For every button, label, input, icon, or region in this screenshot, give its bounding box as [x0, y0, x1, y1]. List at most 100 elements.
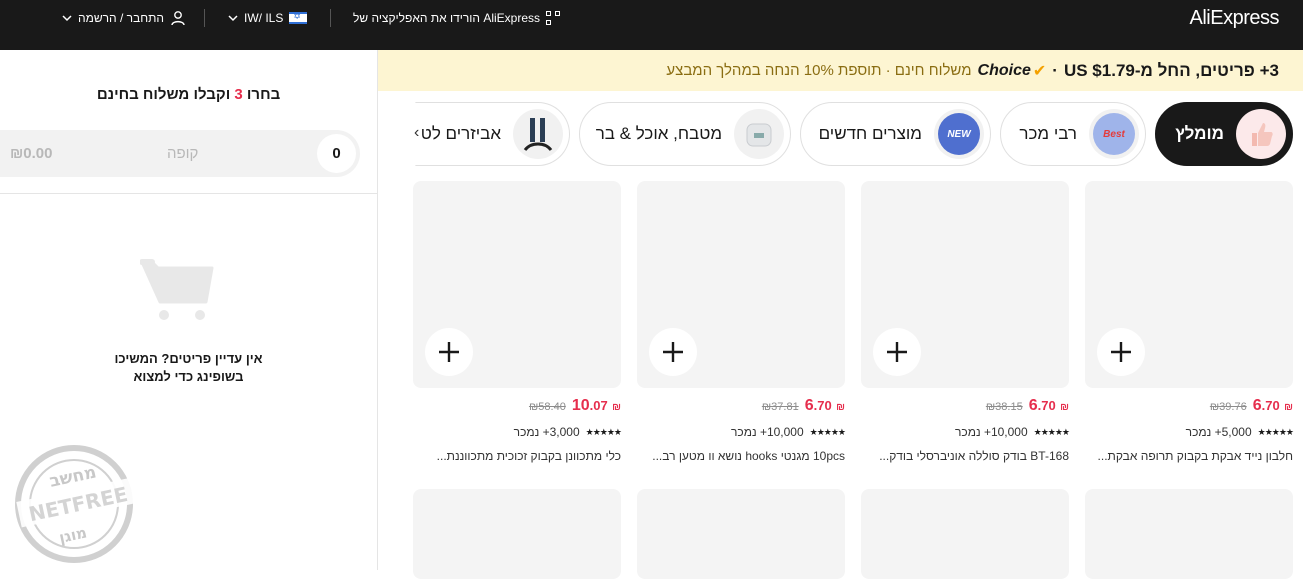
original-price: ₪58.40	[528, 401, 566, 413]
tab-recommended[interactable]: מומלץ	[1155, 102, 1293, 166]
rating-row: ★★★★★ 3,000+ נמכר	[514, 425, 622, 439]
tab-best-sellers[interactable]: Best רבי מכר	[1000, 102, 1146, 166]
product-title[interactable]: חלבון נייד אבקת בקבוק תרופה אבקת...	[1085, 449, 1293, 463]
sold-count: 10,000+ נמכר	[954, 425, 1028, 439]
best-badge-text: Best	[1093, 113, 1135, 155]
checkout-bar[interactable]: 0 קופה ₪0.00	[0, 130, 360, 177]
app-download-label: הורידו את האפליקציה של AliExpress	[353, 11, 541, 25]
title-prefix: בחרו	[246, 86, 281, 103]
top-bar: AliExpress הורידו את האפליקציה של AliExp…	[0, 0, 1303, 50]
plus-icon	[1111, 342, 1131, 362]
product-image[interactable]	[637, 181, 845, 388]
choice-promo-banner[interactable]: 3+ פריטים, החל מ-US $1.79 · ✔ Choice משל…	[378, 50, 1303, 91]
current-price: ₪ 6.70	[1252, 397, 1293, 414]
price-row: ₪ 6.70 ₪38.15	[986, 397, 1069, 415]
star-rating-icon: ★★★★★	[1257, 426, 1294, 437]
product-card[interactable]: ₪ 10.07 ₪58.40 ★★★★★ 3,000+ נמכר כלי מתכ…	[413, 181, 622, 463]
divider	[330, 9, 331, 27]
product-image[interactable]	[413, 181, 621, 388]
product-title[interactable]: BT-168 בודק סוללה אוניברסלי בודק...	[861, 449, 1069, 463]
product-card[interactable]	[1085, 489, 1293, 579]
add-to-cart-button[interactable]	[649, 328, 697, 376]
tab-new-products[interactable]: NEW מוצרים חדשים	[800, 102, 991, 166]
current-price: ₪ 10.07	[571, 397, 621, 414]
add-to-cart-button[interactable]	[873, 328, 921, 376]
price-row: ₪ 10.07 ₪58.40	[529, 397, 621, 415]
aliexpress-logo[interactable]: AliExpress	[1190, 7, 1280, 30]
empty-cart-icon	[140, 259, 214, 320]
netfree-watermark: מחשב NETFREE מוגן	[15, 445, 140, 563]
new-badge-text: NEW	[938, 113, 980, 155]
plus-icon	[439, 342, 459, 362]
sold-count: 10,000+ נמכר	[730, 425, 804, 439]
product-card[interactable]: ₪ 6.70 ₪39.76 ★★★★★ 5,000+ נמכר חלבון ני…	[1085, 181, 1294, 463]
account-menu[interactable]: התחבר / הרשמה	[62, 10, 186, 26]
israel-flag-icon	[289, 11, 308, 24]
checkout-button[interactable]: קופה	[167, 145, 198, 162]
rating-row: ★★★★★ 10,000+ נמכר	[954, 425, 1070, 439]
tab-accessories[interactable]: אביזרים לט	[415, 102, 570, 166]
product-card[interactable]: ₪ 6.70 ₪37.81 ★★★★★ 10,000+ נמכר 10pcs מ…	[637, 181, 846, 463]
product-title[interactable]: 10pcs מגנטי hooks נושא וו מטען רב...	[637, 449, 845, 463]
cable-icon	[513, 109, 563, 159]
sold-count: 5,000+ נמכר	[1185, 425, 1252, 439]
product-image[interactable]	[861, 181, 1069, 388]
original-price: ₪38.15	[985, 401, 1023, 413]
rating-row: ★★★★★ 5,000+ נמכר	[1185, 425, 1294, 439]
rating-row: ★★★★★ 10,000+ נמכר	[730, 425, 846, 439]
chevron-down-icon	[62, 15, 72, 22]
tab-label: רבי מכר	[1019, 124, 1077, 143]
star-rating-icon: ★★★★★	[585, 426, 622, 437]
title-suffix: וקבלו משלוח בחינם	[96, 86, 231, 103]
app-download-link[interactable]: הורידו את האפליקציה של AliExpress	[353, 10, 561, 26]
tab-label: מטבח, אוכל & בר	[595, 124, 722, 143]
product-card[interactable]	[413, 489, 621, 579]
free-shipping-title: בחרו 3 וקבלו משלוח בחינם	[0, 86, 377, 103]
original-price: ₪39.76	[1209, 401, 1247, 413]
cart-total: ₪0.00	[10, 145, 53, 162]
checkmark-icon: ✔	[1032, 62, 1047, 80]
add-to-cart-button[interactable]	[1097, 328, 1145, 376]
qr-code-icon	[546, 11, 561, 25]
current-price: ₪ 6.70	[804, 397, 845, 414]
locale-selector[interactable]: IW/ ILS	[228, 10, 308, 26]
banner-subtext: משלוח חינם · תוספת 10% הנחה במהלך המבצע	[666, 62, 972, 79]
tab-kitchen[interactable]: מטבח, אוכל & בר	[579, 102, 791, 166]
plus-icon	[887, 342, 907, 362]
choice-label: ✔ Choice	[978, 61, 1047, 81]
star-rating-icon: ★★★★★	[1033, 426, 1070, 437]
thumbs-up-icon	[1236, 109, 1286, 159]
product-card[interactable]: ₪ 6.70 ₪38.15 ★★★★★ 10,000+ נמכר BT-168 …	[861, 181, 1070, 463]
empty-line-2: בשופינג כדי למצוא	[133, 369, 244, 384]
banner-dot: ·	[1052, 60, 1058, 80]
tab-label: אביזרים לט	[420, 124, 501, 143]
empty-cart-message: אין עדיין פריטים? המשיכו בשופינג כדי למצ…	[0, 350, 377, 386]
price-row: ₪ 6.70 ₪37.81	[762, 397, 845, 415]
price-row: ₪ 6.70 ₪39.76	[1210, 397, 1293, 415]
current-price: ₪ 6.70	[1028, 397, 1069, 414]
original-price: ₪37.81	[761, 401, 799, 413]
product-image[interactable]	[1085, 181, 1293, 388]
banner-main-text: 3+ פריטים, החל מ-US $1.79	[1063, 60, 1279, 80]
tab-label: מומלץ	[1175, 124, 1224, 143]
star-rating-icon: ★★★★★	[809, 426, 846, 437]
empty-line-1: אין עדיין פריטים? המשיכו	[114, 351, 263, 366]
product-card[interactable]	[637, 489, 845, 579]
cart-count: 0	[317, 134, 356, 173]
product-card[interactable]	[861, 489, 1069, 579]
tab-label: מוצרים חדשים	[818, 124, 922, 143]
kitchen-scale-icon	[734, 109, 784, 159]
divider	[0, 193, 377, 194]
scroll-left-arrow-icon[interactable]: ‹	[414, 124, 419, 142]
chevron-down-icon	[228, 15, 238, 22]
product-title[interactable]: כלי מתכוונן בקבוק זכוכית מתכווננת...	[413, 449, 621, 463]
plus-icon	[663, 342, 683, 362]
divider	[204, 9, 205, 27]
account-label: התחבר / הרשמה	[78, 11, 165, 25]
new-badge-icon: NEW	[934, 109, 984, 159]
choice-text: Choice	[977, 61, 1031, 79]
user-icon	[171, 11, 185, 26]
title-number: 3	[234, 86, 243, 103]
add-to-cart-button[interactable]	[425, 328, 473, 376]
locale-label: IW/ ILS	[244, 11, 284, 25]
